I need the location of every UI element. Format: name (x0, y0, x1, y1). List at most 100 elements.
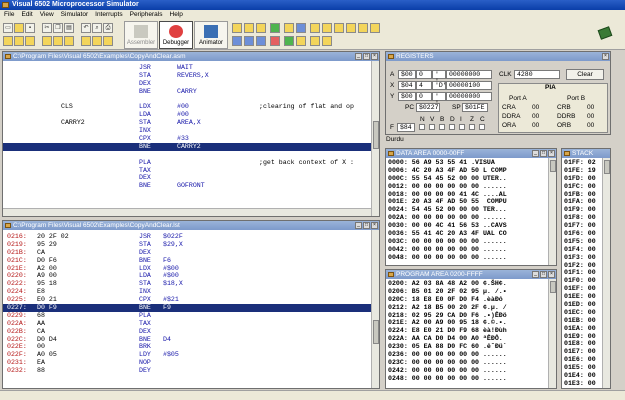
sp-value[interactable]: $01FE (462, 103, 488, 112)
data-area-icon[interactable] (334, 23, 344, 33)
window-6-icon[interactable] (64, 36, 74, 46)
listing-line[interactable]: 021B: CA DEX (3, 249, 379, 257)
port-b-reg-value[interactable]: 00 (587, 122, 594, 129)
assembler-button[interactable]: Assembler (124, 21, 158, 49)
minimize-icon[interactable]: _ (355, 222, 362, 229)
listing-line[interactable]: 0227: D0 F9 BNE F9 (3, 304, 379, 312)
print-icon[interactable]: ⎙ (103, 23, 113, 33)
paste-icon[interactable]: ▤ (64, 23, 74, 33)
memory-icon[interactable] (296, 23, 306, 33)
listing-line[interactable]: 0224: E8 INX (3, 288, 379, 296)
listing-line[interactable]: 021C: D0 F6 BNE F6 (3, 257, 379, 265)
data-scrollbar[interactable] (548, 158, 556, 265)
source-line[interactable]: LDA #00 (3, 111, 379, 119)
register-binary[interactable]: 00000000 (446, 70, 492, 79)
clock-icon[interactable] (310, 36, 320, 46)
register-hex[interactable]: $04 (398, 81, 416, 90)
f-value[interactable]: $84 (397, 123, 415, 132)
window-1-icon[interactable] (3, 36, 13, 46)
listing-line[interactable]: 022F: A0 05 LDY #$05 (3, 351, 379, 359)
source-line[interactable]: BNE CARRY (3, 88, 379, 96)
trace-icon[interactable] (296, 36, 306, 46)
register-hex[interactable]: $00 (398, 70, 416, 79)
minimize-icon[interactable]: _ (532, 271, 539, 278)
listing-line[interactable]: 022A: AA TAX (3, 320, 379, 328)
pia-icon[interactable] (358, 23, 368, 33)
port-b-reg-value[interactable]: 00 (587, 104, 594, 111)
source-line[interactable] (3, 96, 379, 104)
step-icon[interactable] (244, 23, 254, 33)
irq-icon[interactable] (232, 36, 242, 46)
res-icon[interactable] (256, 36, 266, 46)
flag-checkbox[interactable] (429, 124, 435, 130)
pc-value[interactable]: $0227 (416, 103, 440, 112)
source-line[interactable]: CARRY2 STA AREA,X (3, 119, 379, 127)
menu-item-3[interactable]: Simulator (61, 10, 88, 20)
window-9-icon[interactable] (103, 36, 113, 46)
source-line[interactable]: DEX (3, 174, 379, 182)
cut-icon[interactable]: ✂ (42, 23, 52, 33)
clear-button[interactable]: Clear (566, 69, 604, 80)
register-char[interactable]: ' ' (432, 70, 446, 85)
listing-line[interactable]: 021E: A2 00 LDX #$00 (3, 265, 379, 273)
settings-icon[interactable] (370, 23, 380, 33)
maximize-icon[interactable]: □ (363, 222, 370, 229)
debugger-button[interactable]: Debugger (159, 21, 193, 49)
window-3-icon[interactable] (25, 36, 35, 46)
listing-line[interactable]: 0229: 68 PLA (3, 312, 379, 320)
go-icon[interactable] (284, 36, 294, 46)
menu-item-2[interactable]: View (40, 10, 54, 20)
flag-checkbox[interactable] (479, 124, 485, 130)
listing-line[interactable]: 0231: EA NOP (3, 359, 379, 367)
port-a-reg-value[interactable]: 00 (532, 113, 539, 120)
flag-checkbox[interactable] (439, 124, 445, 130)
register-char[interactable]: 'D' (432, 81, 447, 90)
new-file-icon[interactable]: ▭ (3, 23, 13, 33)
window-8-icon[interactable] (92, 36, 102, 46)
minimize-icon[interactable]: _ (532, 150, 539, 157)
listing-line[interactable]: 0216: 20 2F 02 JSR $022F (3, 233, 379, 241)
breakpoint-icon[interactable] (284, 23, 294, 33)
window-2-icon[interactable] (14, 36, 24, 46)
window-4-icon[interactable] (42, 36, 52, 46)
open-folder-icon[interactable] (14, 23, 24, 33)
source-line[interactable]: BNE GOFRONT (3, 182, 379, 190)
listing-scrollbar[interactable] (371, 230, 379, 388)
save-icon[interactable]: ▪ (25, 23, 35, 33)
reset-icon[interactable] (270, 23, 280, 33)
flag-checkbox[interactable] (449, 124, 455, 130)
port-b-reg-value[interactable]: 00 (587, 113, 594, 120)
copy-icon[interactable]: ❐ (53, 23, 63, 33)
nmi-icon[interactable] (244, 36, 254, 46)
flag-checkbox[interactable] (459, 124, 465, 130)
listing-line[interactable]: 022E: 00 BRK (3, 343, 379, 351)
register-dec[interactable]: 0 (416, 92, 432, 101)
minimize-icon[interactable]: _ (355, 53, 362, 60)
source-scrollbar[interactable] (371, 61, 379, 216)
animator-button[interactable]: Animator (194, 21, 228, 49)
maximize-icon[interactable]: □ (540, 271, 547, 278)
source-line[interactable]: JSR WAIT (3, 64, 379, 72)
source-line[interactable]: DEX (3, 80, 379, 88)
register-dec[interactable]: 4 (416, 81, 432, 90)
source-line[interactable]: CLS LDX #00 ;clearing of flat and op (3, 103, 379, 111)
window-5-icon[interactable] (53, 36, 63, 46)
source-line[interactable]: PLA ;get back context of X : (3, 159, 379, 167)
find-icon[interactable]: ⌕ (92, 23, 102, 33)
stack-icon[interactable] (322, 23, 332, 33)
listing-line[interactable]: 0232: 88 DEY (3, 367, 379, 375)
menu-item-5[interactable]: Peripherals (130, 10, 163, 20)
source-code-editor[interactable]: JSR WAIT STA REVERS,X DEX BNE CARRY CLS LDX #00 ;c… (3, 61, 379, 190)
run-icon[interactable] (232, 23, 242, 33)
port-a-reg-value[interactable]: 00 (532, 122, 539, 129)
listing-line[interactable]: 0222: 95 18 STA $18,X (3, 280, 379, 288)
menu-item-1[interactable]: Edit (21, 10, 32, 20)
register-hex[interactable]: $00 (398, 92, 416, 101)
maximize-icon[interactable]: □ (363, 53, 370, 60)
source-hscrollbar[interactable] (3, 208, 371, 216)
program-hex-view[interactable]: 0200: A2 03 8A 48 A2 00 ¢.ŠH¢. 0206: B5 0… (386, 279, 556, 383)
registers-icon[interactable] (310, 23, 320, 33)
listing-line[interactable]: 022B: CA DEX (3, 328, 379, 336)
window-7-icon[interactable] (81, 36, 91, 46)
register-char[interactable]: ' ' (432, 92, 446, 107)
